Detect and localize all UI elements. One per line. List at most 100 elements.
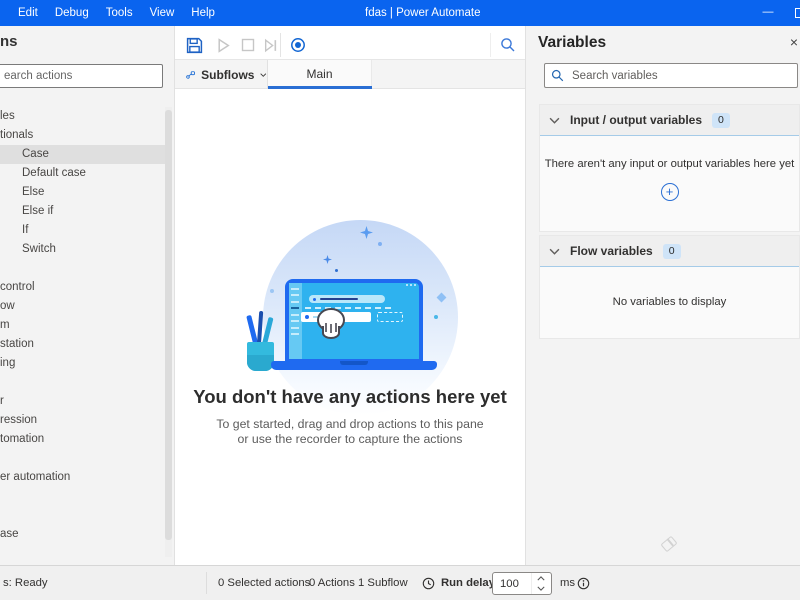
action-category[interactable]: ow (0, 297, 166, 316)
action-category (0, 259, 166, 278)
action-category[interactable]: tionals (0, 126, 166, 145)
action-category (0, 487, 166, 506)
menu-tools[interactable]: Tools (106, 7, 133, 19)
variables-panel-title: Variables (538, 34, 607, 51)
laptop-notch (340, 361, 368, 365)
stop-icon (241, 38, 255, 52)
search-flow-button[interactable] (497, 34, 519, 56)
laptop-sidebar (289, 283, 302, 359)
close-icon[interactable]: × (784, 32, 800, 52)
record-icon (291, 38, 305, 52)
add-variable-button[interactable]: + (660, 183, 679, 201)
tab-main-label: Main (306, 67, 333, 81)
info-icon[interactable] (577, 577, 590, 590)
action-item[interactable]: Default case (0, 164, 166, 183)
flow-variables-empty-message: No variables to display (612, 296, 727, 308)
action-category[interactable]: er automation (0, 468, 166, 487)
action-category[interactable]: station (0, 335, 166, 354)
action-category[interactable]: ase (0, 525, 166, 544)
title-bar: Edit Debug Tools View Help fdas | Power … (0, 0, 800, 26)
variables-panel: Variables × Input / output variables 0 T… (525, 26, 800, 565)
statusbar-divider (206, 572, 207, 594)
maximize-button[interactable] (795, 8, 800, 18)
menu-debug[interactable]: Debug (55, 7, 89, 19)
subflows-dropdown[interactable]: Subflows (175, 60, 268, 89)
search-icon (551, 69, 564, 82)
stop-button[interactable] (237, 34, 259, 56)
scrollbar-thumb[interactable] (165, 110, 172, 540)
flow-toolbar (175, 28, 525, 60)
flow-canvas[interactable]: You don't have any actions here yet To g… (175, 89, 525, 560)
search-actions-input[interactable] (0, 64, 163, 88)
subflow-count: 1 Subflow (358, 577, 408, 589)
run-delay-stepper (492, 572, 552, 595)
search-variables-box (544, 63, 798, 88)
action-category (0, 373, 166, 392)
chevron-down-icon (549, 248, 560, 255)
flow-variables-label: Flow variables (570, 244, 653, 258)
empty-state-title: You don't have any actions here yet (193, 386, 507, 407)
laptop-base (271, 361, 437, 370)
action-category[interactable]: ression (0, 411, 166, 430)
subflows-icon (186, 70, 195, 79)
toolbar-separator (280, 33, 281, 57)
stepper-up-button[interactable] (532, 573, 549, 584)
stepper-down-button[interactable] (532, 584, 549, 595)
menu-edit[interactable]: Edit (18, 7, 38, 19)
flow-variables-header[interactable]: Flow variables 0 (540, 236, 799, 266)
action-category (0, 506, 166, 525)
selected-actions-count: 0 Selected actions (218, 577, 311, 589)
run-next-action-icon (264, 38, 276, 52)
action-item[interactable]: Switch (0, 240, 166, 259)
action-category[interactable]: r (0, 392, 166, 411)
window-dots (406, 284, 416, 286)
minimize-button[interactable]: — (758, 0, 778, 26)
io-variables-label: Input / output variables (570, 113, 703, 127)
io-variables-body: There aren't any input or output variabl… (540, 135, 799, 231)
subflows-label: Subflows (201, 67, 255, 82)
menu-view[interactable]: View (150, 7, 175, 19)
io-variables-header[interactable]: Input / output variables 0 (540, 105, 799, 135)
run-delay-unit: ms (560, 577, 576, 589)
sparkle-icon (360, 226, 373, 239)
tab-main[interactable]: Main (268, 60, 372, 89)
chevron-down-icon (549, 117, 560, 124)
action-item[interactable]: Else (0, 183, 166, 202)
hand-cursor-icon (317, 308, 345, 339)
io-variables-empty-message: There aren't any input or output variabl… (544, 158, 795, 170)
window-title: fdas | Power Automate (365, 7, 481, 19)
action-item-case[interactable]: Case (0, 145, 166, 164)
action-category[interactable]: les (0, 107, 166, 126)
run-delay-label: Run delay (441, 577, 495, 589)
menu-bar: Edit Debug Tools View Help (18, 0, 215, 26)
action-category[interactable]: control (0, 278, 166, 297)
search-variables-input[interactable] (570, 68, 791, 83)
app-window: Edit Debug Tools View Help fdas | Power … (0, 0, 800, 600)
run-button[interactable] (212, 34, 234, 56)
chevron-down-icon (260, 72, 267, 77)
flow-variables-body: No variables to display (540, 266, 799, 338)
actions-scrollbar (165, 107, 172, 557)
save-button[interactable] (183, 34, 205, 56)
clock-icon (422, 577, 435, 590)
flow-variables-count-badge: 0 (662, 243, 681, 259)
action-item[interactable]: If (0, 221, 166, 240)
action-category[interactable]: tomation (0, 430, 166, 449)
run-delay-input[interactable] (493, 573, 531, 594)
laptop-drop-target (377, 312, 403, 322)
actions-panel-title: ns (0, 33, 18, 50)
io-variables-section: Input / output variables 0 There aren't … (539, 104, 800, 232)
sparkle-dot (335, 269, 338, 272)
action-category[interactable]: ing (0, 354, 166, 373)
menu-help[interactable]: Help (191, 7, 215, 19)
laptop-row (309, 295, 385, 303)
actions-tree: les tionals Case Default case Else Else … (0, 107, 166, 544)
run-next-action-button[interactable] (259, 34, 281, 56)
action-category[interactable]: m (0, 316, 166, 335)
toolbar-separator (490, 33, 491, 57)
action-category (0, 449, 166, 468)
record-button[interactable] (287, 34, 309, 56)
sparkle-icon (323, 255, 332, 264)
action-item[interactable]: Else if (0, 202, 166, 221)
actions-panel: ns les tionals Case Default case Else El… (0, 26, 175, 565)
